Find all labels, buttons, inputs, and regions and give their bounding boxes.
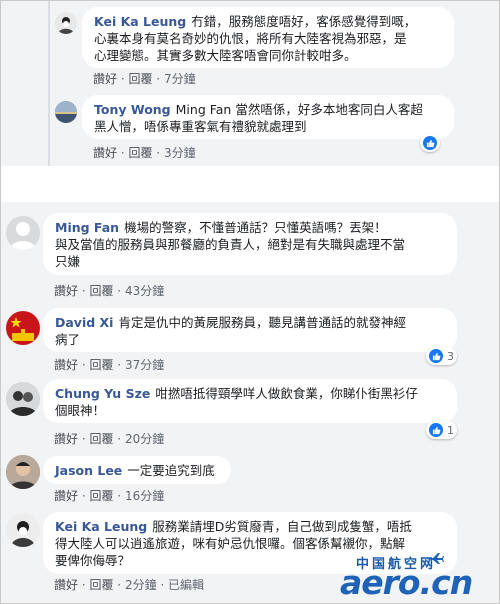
comment-timestamp[interactable]: 20分鐘 xyxy=(125,432,164,446)
comment-author[interactable]: Kei Ka Leung xyxy=(94,14,186,29)
comment-actions: 讚好 · 回覆 · 20分鐘 xyxy=(54,432,165,446)
comment-actions: 讚好 · 回覆 · 2分鐘 · 已編輯 xyxy=(54,578,205,592)
comment-text: 病了 xyxy=(55,332,81,347)
comment-bubble: Ming Fan 機場的警察，不懂普通話？只懂英語嗎？丟架！ 與及當值的服務員與那… xyxy=(43,213,457,275)
comment-text: 冇錯，服務態度唔好，客係感覺得到嘅， xyxy=(191,14,417,29)
comment-timestamp[interactable]: 3分鐘 xyxy=(164,146,196,160)
like-link[interactable]: 讚好 xyxy=(54,358,78,372)
comment-actions: 讚好 · 回覆 · 16分鐘 xyxy=(54,489,165,503)
edited-label[interactable]: 已編輯 xyxy=(168,578,204,592)
comment-bubble: Chung Yu Sze 咁撚唔抵得頸學咩人做飲食業，你睇仆街黑衫仔 個眼神！ xyxy=(43,379,457,423)
comment-bubble: Kei Ka Leung 冇錯，服務態度唔好，客係感覺得到嘅， 心裏本身有莫名奇妙… xyxy=(82,7,454,68)
comment-text: 只嫌 xyxy=(55,254,81,269)
like-link[interactable]: 讚好 xyxy=(93,146,117,160)
like-icon xyxy=(423,136,437,150)
comment-text: 心裏本身有莫名奇妙的仇恨，將所有大陸客視為邪惡，是 xyxy=(94,31,407,46)
comment-bubble: David Xi 肯定是仇中的黃屍服務員，聽見講普通話的就發神經 病了 xyxy=(43,308,457,352)
reaction-count[interactable] xyxy=(420,134,440,152)
comment-text: 心理變態。其實多數大陸客唔會同你計較咁多。 xyxy=(94,48,357,63)
like-link[interactable]: 讚好 xyxy=(54,489,78,503)
reply-link[interactable]: 回覆 xyxy=(128,146,152,160)
replies-thread-panel: Kei Ka Leung 冇錯，服務態度唔好，客係感覺得到嘅， 心裏本身有莫名奇妙… xyxy=(1,1,499,166)
comment-text: 得大陸人可以逍遙旅遊，咪有妒忌仇恨囉。個客係幫襯你，點解 xyxy=(55,536,406,551)
like-icon xyxy=(429,423,443,437)
comment-author[interactable]: Kei Ka Leung xyxy=(55,519,147,534)
avatar[interactable] xyxy=(6,382,40,416)
reply-link[interactable]: 回覆 xyxy=(89,489,113,503)
comment-author[interactable]: Ming Fan xyxy=(55,220,119,235)
reaction-number: 3 xyxy=(447,349,454,363)
comment-author[interactable]: Chung Yu Sze xyxy=(55,386,150,401)
comment-timestamp[interactable]: 2分鐘 xyxy=(125,578,157,592)
like-link[interactable]: 讚好 xyxy=(93,72,117,86)
reply-link[interactable]: 回覆 xyxy=(89,578,113,592)
watermark-logo: aero.cn xyxy=(340,563,473,602)
like-icon xyxy=(429,349,443,363)
comment-author[interactable]: David Xi xyxy=(55,315,113,330)
reply-link[interactable]: 回覆 xyxy=(89,432,113,446)
comment-text: 與及當值的服務員與那餐廳的負責人，絕對是有失職與處理不當 xyxy=(55,237,406,252)
comment-actions: 讚好 · 回覆 · 43分鐘 xyxy=(54,284,165,298)
comment-bubble: Jason Lee 一定要追究到底 xyxy=(43,456,231,484)
comment-text: 服務業請埋D劣質廢青，自己做到成隻蟹，唔抵 xyxy=(152,519,412,534)
comment-text: 個眼神！ xyxy=(55,403,106,418)
reaction-count[interactable]: 1 xyxy=(426,421,457,439)
comment-author[interactable]: Tony Wong xyxy=(94,102,171,117)
comment-text: 咁撚唔抵得頸學咩人做飲食業，你睇仆街黑衫仔 xyxy=(155,386,418,401)
comment-timestamp[interactable]: 43分鐘 xyxy=(125,284,164,298)
comments-panel: Ming Fan 機場的警察，不懂普通話？只懂英語嗎？丟架！ 與及當值的服務員與那… xyxy=(1,202,499,603)
reaction-number: 1 xyxy=(447,423,454,437)
like-link[interactable]: 讚好 xyxy=(54,432,78,446)
comment-text: 黑人憎，唔係專重客氣有禮貌就處理到 xyxy=(94,119,307,134)
avatar[interactable] xyxy=(6,513,40,547)
comment-timestamp[interactable]: 37分鐘 xyxy=(125,358,164,372)
avatar[interactable] xyxy=(6,311,40,345)
avatar[interactable] xyxy=(6,455,40,489)
comment-bubble: Tony Wong Ming Fan 當然唔係，好多本地客同白人客超 黑人憎，唔係… xyxy=(82,95,454,139)
comment-text: 要俾你侮辱？ xyxy=(55,553,131,568)
comment-timestamp[interactable]: 7分鐘 xyxy=(164,72,196,86)
reply-link[interactable]: 回覆 xyxy=(89,358,113,372)
avatar[interactable] xyxy=(55,101,77,123)
comment-author[interactable]: Jason Lee xyxy=(55,463,122,478)
avatar[interactable] xyxy=(6,216,40,250)
comment-actions: 讚好 · 回覆 · 7分鐘 xyxy=(93,72,196,86)
comment-text: 一定要追究到底 xyxy=(127,463,215,478)
reply-link[interactable]: 回覆 xyxy=(128,72,152,86)
comment-text: 機場的警察，不懂普通話？只懂英語嗎？丟架！ xyxy=(124,220,387,235)
like-link[interactable]: 讚好 xyxy=(54,578,78,592)
comment-timestamp[interactable]: 16分鐘 xyxy=(125,489,164,503)
avatar[interactable] xyxy=(55,12,77,34)
comment-text: 肯定是仇中的黃屍服務員，聽見講普通話的就發神經 xyxy=(118,315,406,330)
thread-line xyxy=(48,1,50,166)
comment-actions: 讚好 · 回覆 · 37分鐘 xyxy=(54,358,165,372)
comment-actions: 讚好 · 回覆 · 3分鐘 xyxy=(93,146,196,160)
reaction-count[interactable]: 3 xyxy=(426,347,457,365)
comment-text: Ming Fan 當然唔係，好多本地客同白人客超 xyxy=(175,102,423,117)
like-link[interactable]: 讚好 xyxy=(54,284,78,298)
reply-link[interactable]: 回覆 xyxy=(89,284,113,298)
